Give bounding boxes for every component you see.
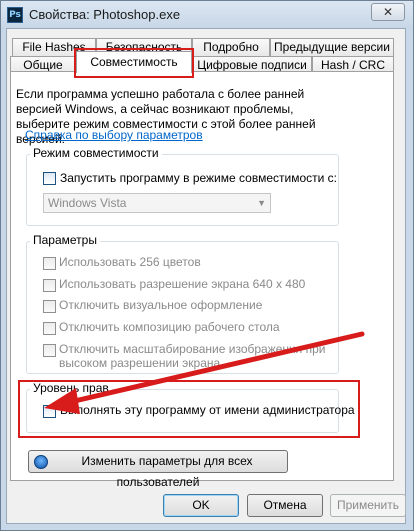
- uac-shield-icon: [34, 455, 48, 469]
- disable-desktop-composition-checkbox[interactable]: [43, 322, 56, 335]
- title-bar[interactable]: Ps Свойства: Photoshop.exe ✕: [1, 1, 413, 29]
- tab-highlight-box: [74, 48, 194, 78]
- chevron-down-icon: ▼: [257, 198, 266, 208]
- tab-previous-versions[interactable]: Предыдущие версии: [270, 38, 394, 56]
- compat-mode-group-label: Режим совместимости: [30, 146, 162, 160]
- ok-button[interactable]: OK: [163, 494, 239, 517]
- apply-button[interactable]: Применить: [330, 494, 406, 517]
- compat-mode-checkbox[interactable]: [43, 172, 56, 185]
- windows-version-value: Windows Vista: [48, 196, 127, 210]
- compat-mode-label: Запустить программу в режиме совместимос…: [60, 171, 337, 185]
- change-all-users-button[interactable]: Изменить параметры для всех пользователе…: [28, 450, 288, 489]
- privilege-highlight-box: [18, 380, 360, 438]
- disable-dpi-scaling-label-line1: Отключить масштабирование изображения пр…: [59, 342, 326, 356]
- params-group-label: Параметры: [30, 233, 100, 247]
- disable-dpi-scaling-label-line2: высоком разрешении экрана: [59, 356, 221, 370]
- help-link[interactable]: Справка по выбору параметров: [25, 128, 203, 142]
- use-640x480-label: Использовать разрешение экрана 640 x 480: [59, 277, 306, 291]
- disable-dpi-scaling-checkbox[interactable]: [43, 344, 56, 357]
- disable-desktop-composition-label: Отключить композицию рабочего стола: [59, 320, 280, 334]
- cancel-button[interactable]: Отмена: [247, 494, 323, 517]
- photoshop-app-icon: Ps: [7, 7, 23, 23]
- use-256-colors-checkbox[interactable]: [43, 257, 56, 270]
- tab-details[interactable]: Подробно: [192, 38, 270, 56]
- disable-visual-themes-checkbox[interactable]: [43, 300, 56, 313]
- windows-version-select[interactable]: Windows Vista ▼: [43, 193, 271, 213]
- use-640x480-checkbox[interactable]: [43, 279, 56, 292]
- compat-mode-group: [26, 154, 339, 226]
- use-256-colors-label: Использовать 256 цветов: [59, 255, 201, 269]
- window-title: Свойства: Photoshop.exe: [29, 7, 181, 22]
- close-button[interactable]: ✕: [371, 3, 405, 21]
- disable-visual-themes-label: Отключить визуальное оформление: [59, 298, 263, 312]
